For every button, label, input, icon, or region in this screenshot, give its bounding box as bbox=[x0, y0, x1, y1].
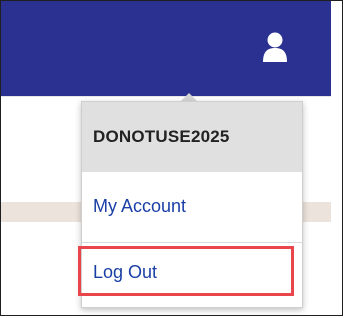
dropdown-username: DONOTUSE2025 bbox=[82, 102, 302, 172]
dropdown-divider bbox=[82, 242, 302, 243]
page-right-edge bbox=[331, 1, 342, 315]
screenshot-frame: DONOTUSE2025 My Account Log Out bbox=[0, 0, 343, 316]
user-icon[interactable] bbox=[262, 31, 288, 63]
user-icon-glyph bbox=[263, 32, 287, 62]
content-divider bbox=[1, 96, 331, 97]
top-navigation-bar bbox=[1, 1, 331, 96]
my-account-link[interactable]: My Account bbox=[82, 172, 302, 238]
dropdown-caret bbox=[181, 93, 197, 101]
user-dropdown-menu: DONOTUSE2025 My Account Log Out bbox=[78, 101, 303, 308]
log-out-link[interactable]: Log Out bbox=[78, 246, 302, 302]
log-out-label: Log Out bbox=[93, 262, 158, 282]
